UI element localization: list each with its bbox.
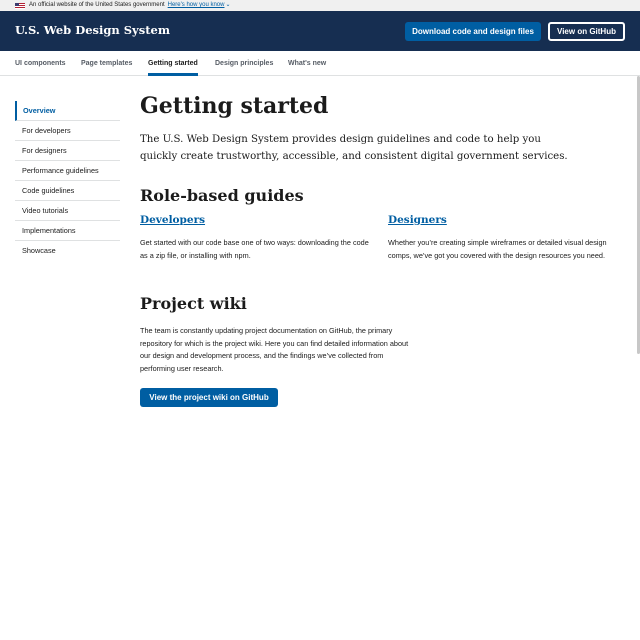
role-guides-heading: Role-based guides (140, 186, 304, 205)
nav-item-whats-new[interactable]: What's new (288, 51, 326, 76)
page-title: Getting started (140, 93, 329, 119)
sidenav-item-overview[interactable]: Overview (15, 101, 120, 121)
designers-link[interactable]: Designers (388, 214, 447, 226)
view-on-github-button[interactable]: View on GitHub (548, 22, 625, 41)
banner-text: An official website of the United States… (29, 2, 165, 8)
sidenav-item-implementations[interactable]: Implementations (15, 221, 120, 241)
site-header: U.S. Web Design System Download code and… (0, 11, 640, 51)
project-wiki-description: The team is constantly updating project … (140, 326, 409, 373)
developers-description: Get started with our code base one of tw… (140, 238, 369, 260)
heres-how-you-know-link[interactable]: Here's how you know (168, 0, 225, 11)
nav-item-getting-started[interactable]: Getting started (148, 51, 198, 76)
nav-item-ui-components[interactable]: UI components (15, 51, 66, 76)
sidenav-item-video-tutorials[interactable]: Video tutorials (15, 201, 120, 221)
gov-banner: An official website of the United States… (0, 0, 640, 11)
nav-item-design-principles[interactable]: Design principles (215, 51, 273, 76)
designers-description: Whether you’re creating simple wireframe… (388, 238, 607, 260)
sidenav-item-for-developers[interactable]: For developers (15, 121, 120, 141)
side-nav: Overview For developers For designers Pe… (15, 101, 120, 261)
primary-nav: UI components Page templates Getting sta… (0, 51, 640, 76)
project-wiki-heading: Project wiki (140, 294, 247, 313)
sidenav-item-for-designers[interactable]: For designers (15, 141, 120, 161)
intro-lead: The U.S. Web Design System provides desi… (140, 134, 568, 162)
sidenav-item-code-guidelines[interactable]: Code guidelines (15, 181, 120, 201)
chevron-down-icon[interactable]: ⌄ (225, 0, 230, 11)
developers-link[interactable]: Developers (140, 214, 205, 226)
sidenav-item-performance-guidelines[interactable]: Performance guidelines (15, 161, 120, 181)
view-project-wiki-button[interactable]: View the project wiki on GitHub (140, 388, 278, 407)
download-code-button[interactable]: Download code and design files (405, 22, 541, 41)
sidenav-item-showcase[interactable]: Showcase (15, 241, 120, 261)
nav-item-page-templates[interactable]: Page templates (81, 51, 132, 76)
site-title[interactable]: U.S. Web Design System (15, 23, 170, 37)
us-flag-icon (15, 2, 25, 9)
